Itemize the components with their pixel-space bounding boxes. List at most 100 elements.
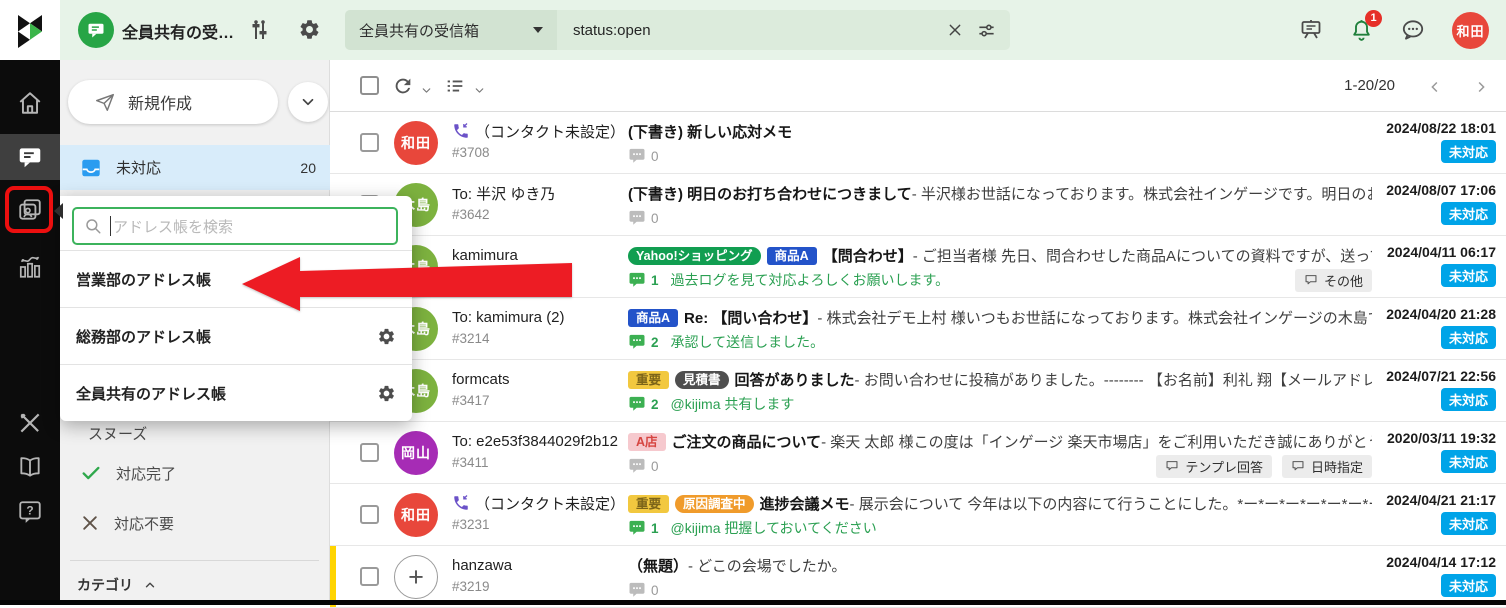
- search-query-input[interactable]: status:open: [557, 22, 947, 39]
- chat-support-icon[interactable]: [1400, 17, 1426, 43]
- app-header: 全員共有の受… 全員共有の受信箱 status:open 1 和田: [60, 0, 1506, 60]
- bubble-outline-icon: [1291, 459, 1305, 473]
- category-section-header[interactable]: カテゴリ: [77, 575, 157, 595]
- comment-text: 過去ログを見て対応よろしくお願いします。: [671, 270, 950, 290]
- addressbook-search-input[interactable]: アドレス帳を検索: [72, 207, 398, 245]
- notifications-bell-icon[interactable]: 1: [1349, 18, 1374, 43]
- contact-column: hanzawa #3219: [452, 554, 618, 594]
- sidebar-item-analytics[interactable]: [0, 244, 60, 290]
- chevron-down-icon: [299, 93, 317, 111]
- quick-label[interactable]: テンプレ回答: [1156, 455, 1272, 478]
- sidebar-item-tools[interactable]: [0, 400, 60, 446]
- contact-column: （コンタクト未設定） #3708: [452, 120, 618, 160]
- search-icon: [84, 217, 102, 235]
- panel-divider: [70, 560, 319, 561]
- row-checkbox[interactable]: [360, 443, 379, 462]
- book-icon: [17, 454, 43, 480]
- folder-item-snooze[interactable]: スヌーズ: [60, 416, 330, 450]
- folder-item-no-need[interactable]: 対応不要: [60, 506, 330, 540]
- row-checkbox[interactable]: [360, 505, 379, 524]
- list-view-dropdown-icon[interactable]: [473, 82, 486, 100]
- row-checkbox[interactable]: [360, 567, 379, 586]
- comment-indicator: 2: [628, 333, 659, 351]
- inbox-settings-gear-icon[interactable]: [298, 18, 321, 41]
- subject: (下書き) 明日のお打ち合わせにつきまして: [628, 183, 912, 204]
- quick-label[interactable]: その他: [1295, 269, 1372, 292]
- ticket-icon: [17, 144, 43, 170]
- tag-badges: 重要見積書: [628, 369, 735, 389]
- ticket-row[interactable]: 岡山 To: e2e53f3844029f2b12e #3411 A店 ご注文の…: [330, 422, 1506, 484]
- annotation-red-arrow: [242, 257, 572, 311]
- folder-snooze-label: スヌーズ: [88, 423, 147, 444]
- home-icon: [17, 90, 43, 116]
- user-avatar[interactable]: 和田: [1452, 12, 1489, 49]
- bottom-edge: [0, 600, 1506, 605]
- compose-button[interactable]: 新規作成: [68, 80, 278, 124]
- ticket-id: #3219: [452, 579, 618, 594]
- preview: - どこの会場でしたか。: [688, 555, 846, 576]
- addressbook-item-label: 全員共有のアドレス帳: [76, 383, 226, 404]
- avatar: 和田: [394, 493, 438, 537]
- addressbook-item-shared[interactable]: 全員共有のアドレス帳: [60, 364, 412, 421]
- folder-item-untreated[interactable]: 未対応 20: [60, 145, 330, 190]
- comment-indicator: 0: [628, 457, 659, 475]
- received-date: 2024/04/11 06:17: [1376, 244, 1496, 260]
- tag-badge: 商品A: [628, 309, 678, 327]
- ticket-row[interactable]: 和田 （コンタクト未設定） #3708 (下書き) 新しい応対メモ 0: [330, 112, 1506, 174]
- meta-column: 2024/04/20 21:28 未対応: [1376, 306, 1496, 349]
- contact-name: To: 半沢 ゆき乃: [452, 183, 555, 204]
- ticket-row[interactable]: 木島 formcats #3417 重要見積書 回答がありました - お問い合わ…: [330, 360, 1506, 422]
- meta-column: 2024/08/22 18:01 未対応: [1376, 120, 1496, 163]
- addressbook-item-general-affairs[interactable]: 総務部のアドレス帳: [60, 307, 412, 364]
- tag-badge: Yahoo!ショッピング: [628, 247, 761, 265]
- compose-dropdown-button[interactable]: [288, 82, 328, 122]
- sidebar-item-home[interactable]: [0, 80, 60, 126]
- list-view-button[interactable]: [444, 75, 466, 97]
- pagination-next-icon[interactable]: [1472, 78, 1490, 96]
- avatar: 和田: [394, 121, 438, 165]
- comment-indicator: 2: [628, 395, 659, 413]
- comment-count: 2: [651, 397, 659, 412]
- addressbook-settings-gear-icon[interactable]: [377, 327, 396, 346]
- subject: 進捗会議メモ: [760, 493, 850, 514]
- ticket-row[interactable]: 木島 To: 半沢 ゆき乃 #3642 (下書き) 明日のお打ち合わせにつきまし…: [330, 174, 1506, 236]
- clear-search-icon[interactable]: [947, 21, 963, 39]
- x-icon: [80, 513, 100, 533]
- analytics-icon: [17, 254, 43, 280]
- inbox-switch-icon[interactable]: [248, 18, 272, 42]
- search-filter-icon[interactable]: [977, 21, 996, 40]
- contact-column: To: 半沢 ゆき乃 #3642: [452, 182, 618, 222]
- inbox-tray-icon: [80, 157, 102, 179]
- app-logo[interactable]: [0, 0, 60, 60]
- contact-name: formcats: [452, 371, 510, 388]
- tag-badges: 重要原因調査中: [628, 493, 760, 513]
- refresh-button[interactable]: [392, 75, 414, 97]
- ticket-row[interactable]: + hanzawa #3219 （無題） - どこの会場でしたか。 0: [330, 546, 1506, 608]
- addressbook-settings-gear-icon[interactable]: [377, 384, 396, 403]
- row-checkbox[interactable]: [360, 133, 379, 152]
- preview: - お問い合わせに投稿がありました。-------- 【お名前】利礼 翔【メール…: [855, 369, 1372, 390]
- folder-item-done[interactable]: 対応完了: [60, 456, 330, 490]
- subject-column: A店 ご注文の商品について - 楽天 太郎 様この度は「インゲージ 楽天市場店」…: [628, 430, 1372, 477]
- refresh-dropdown-icon[interactable]: [420, 82, 433, 100]
- announcement-board-icon[interactable]: [1299, 18, 1323, 42]
- preview: - ご担当者様 先日、問合わせした商品Aについての資料ですが、送っていた…: [913, 245, 1372, 266]
- sidebar-item-manual[interactable]: [0, 444, 60, 490]
- received-date: 2024/04/21 21:17: [1376, 492, 1496, 508]
- pagination-prev-icon[interactable]: [1426, 78, 1444, 96]
- contact-column: To: e2e53f3844029f2b12e #3411: [452, 430, 618, 470]
- folder-untreated-count: 20: [300, 160, 316, 176]
- received-date: 2024/04/20 21:28: [1376, 306, 1496, 322]
- ticket-row[interactable]: 和田 （コンタクト未設定） #3231 重要原因調査中 進捗会議メモ - 展示会…: [330, 484, 1506, 546]
- status-badge: 未対応: [1441, 450, 1496, 473]
- sidebar-item-tickets[interactable]: [0, 134, 60, 180]
- ticket-list-main: 1-20/20 和田 （コンタクト未設定） #3708 (下書き) 新しい応対メ…: [330, 60, 1506, 605]
- contact-column: formcats #3417: [452, 368, 618, 408]
- search-bar[interactable]: 全員共有の受信箱 status:open: [345, 10, 1010, 50]
- sidebar-item-help[interactable]: ?: [0, 489, 60, 535]
- select-all-checkbox[interactable]: [360, 76, 379, 95]
- quick-label[interactable]: 日時指定: [1282, 455, 1372, 478]
- comment-indicator: 1: [628, 519, 659, 537]
- search-scope-dropdown[interactable]: 全員共有の受信箱: [345, 10, 557, 50]
- contact-name: （コンタクト未設定）: [475, 493, 618, 514]
